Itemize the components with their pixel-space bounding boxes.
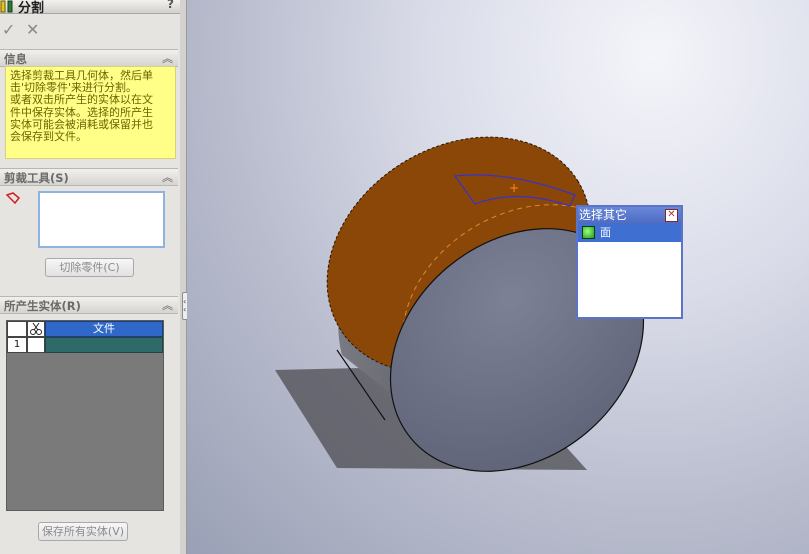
save-all-bodies-button[interactable]: 保存所有实体(V) [38, 522, 128, 541]
property-manager-panel: 分割 ? ✓ ✕ 信息 ︽ 选择剪裁工具几何体，然后单 击'切除零件'来进行分割… [0, 0, 181, 554]
panel-splitter[interactable] [180, 0, 187, 554]
row-consume-checkbox[interactable] [27, 337, 45, 353]
trim-tools-selection-box[interactable] [38, 191, 165, 248]
info-line: 或者双击所产生的实体以在文 [10, 93, 153, 107]
close-icon[interactable]: ✕ [665, 209, 678, 222]
info-section-header[interactable]: 信息 ︽ [0, 49, 178, 67]
help-icon[interactable]: ? [167, 0, 174, 11]
collapse-chevron-icon[interactable]: ︽ [162, 297, 173, 313]
trim-tools-section-title: 剪裁工具(S) [4, 171, 69, 185]
collapse-chevron-icon[interactable]: ︽ [162, 169, 173, 185]
select-other-title: 选择其它 [579, 208, 628, 222]
column-header-file[interactable]: 文件 [45, 321, 163, 337]
trim-tool-icon [6, 192, 21, 205]
resulting-bodies-section-header[interactable]: 所产生实体(R) ︽ [0, 296, 178, 314]
ok-check-icon[interactable]: ✓ [2, 20, 15, 39]
table-corner-cell [7, 321, 27, 337]
info-line: 件中保存实体。选择的所产生 [10, 105, 153, 119]
sketch-origin-marker: + [509, 181, 519, 195]
row-file-cell[interactable] [45, 337, 163, 353]
scissors-glyph-icon [30, 322, 42, 335]
row-index-cell: 1 [7, 337, 27, 353]
model-view: + [275, 136, 645, 472]
select-other-item-label: 面 [600, 226, 611, 239]
collapse-chevron-icon[interactable]: ︽ [162, 50, 173, 66]
trim-tools-section-header[interactable]: 剪裁工具(S) ︽ [0, 168, 178, 186]
scissors-icon[interactable] [27, 321, 45, 337]
feature-titlebar: 分割 ? [0, 0, 180, 16]
info-line: 会保存到文件。 [10, 130, 87, 144]
select-other-item-face[interactable]: 面 [578, 224, 681, 242]
resulting-bodies-section-title: 所产生实体(R) [4, 299, 81, 313]
select-other-titlebar[interactable]: 选择其它 ✕ [578, 207, 681, 224]
info-section-title: 信息 [4, 52, 27, 66]
cancel-x-icon[interactable]: ✕ [26, 20, 39, 39]
info-message-box: 选择剪裁工具几何体，然后单 击'切除零件'来进行分割。 或者双击所产生的实体以在… [5, 66, 176, 159]
select-other-popup[interactable]: 选择其它 ✕ 面 [576, 205, 683, 319]
resulting-bodies-table[interactable]: 文件 1 [6, 320, 164, 511]
feature-title: 分割 [18, 1, 45, 16]
face-icon [582, 226, 595, 239]
cut-part-button[interactable]: 切除零件(C) [45, 258, 134, 277]
graphics-viewport[interactable]: + [187, 0, 809, 554]
split-feature-icon [0, 0, 13, 13]
